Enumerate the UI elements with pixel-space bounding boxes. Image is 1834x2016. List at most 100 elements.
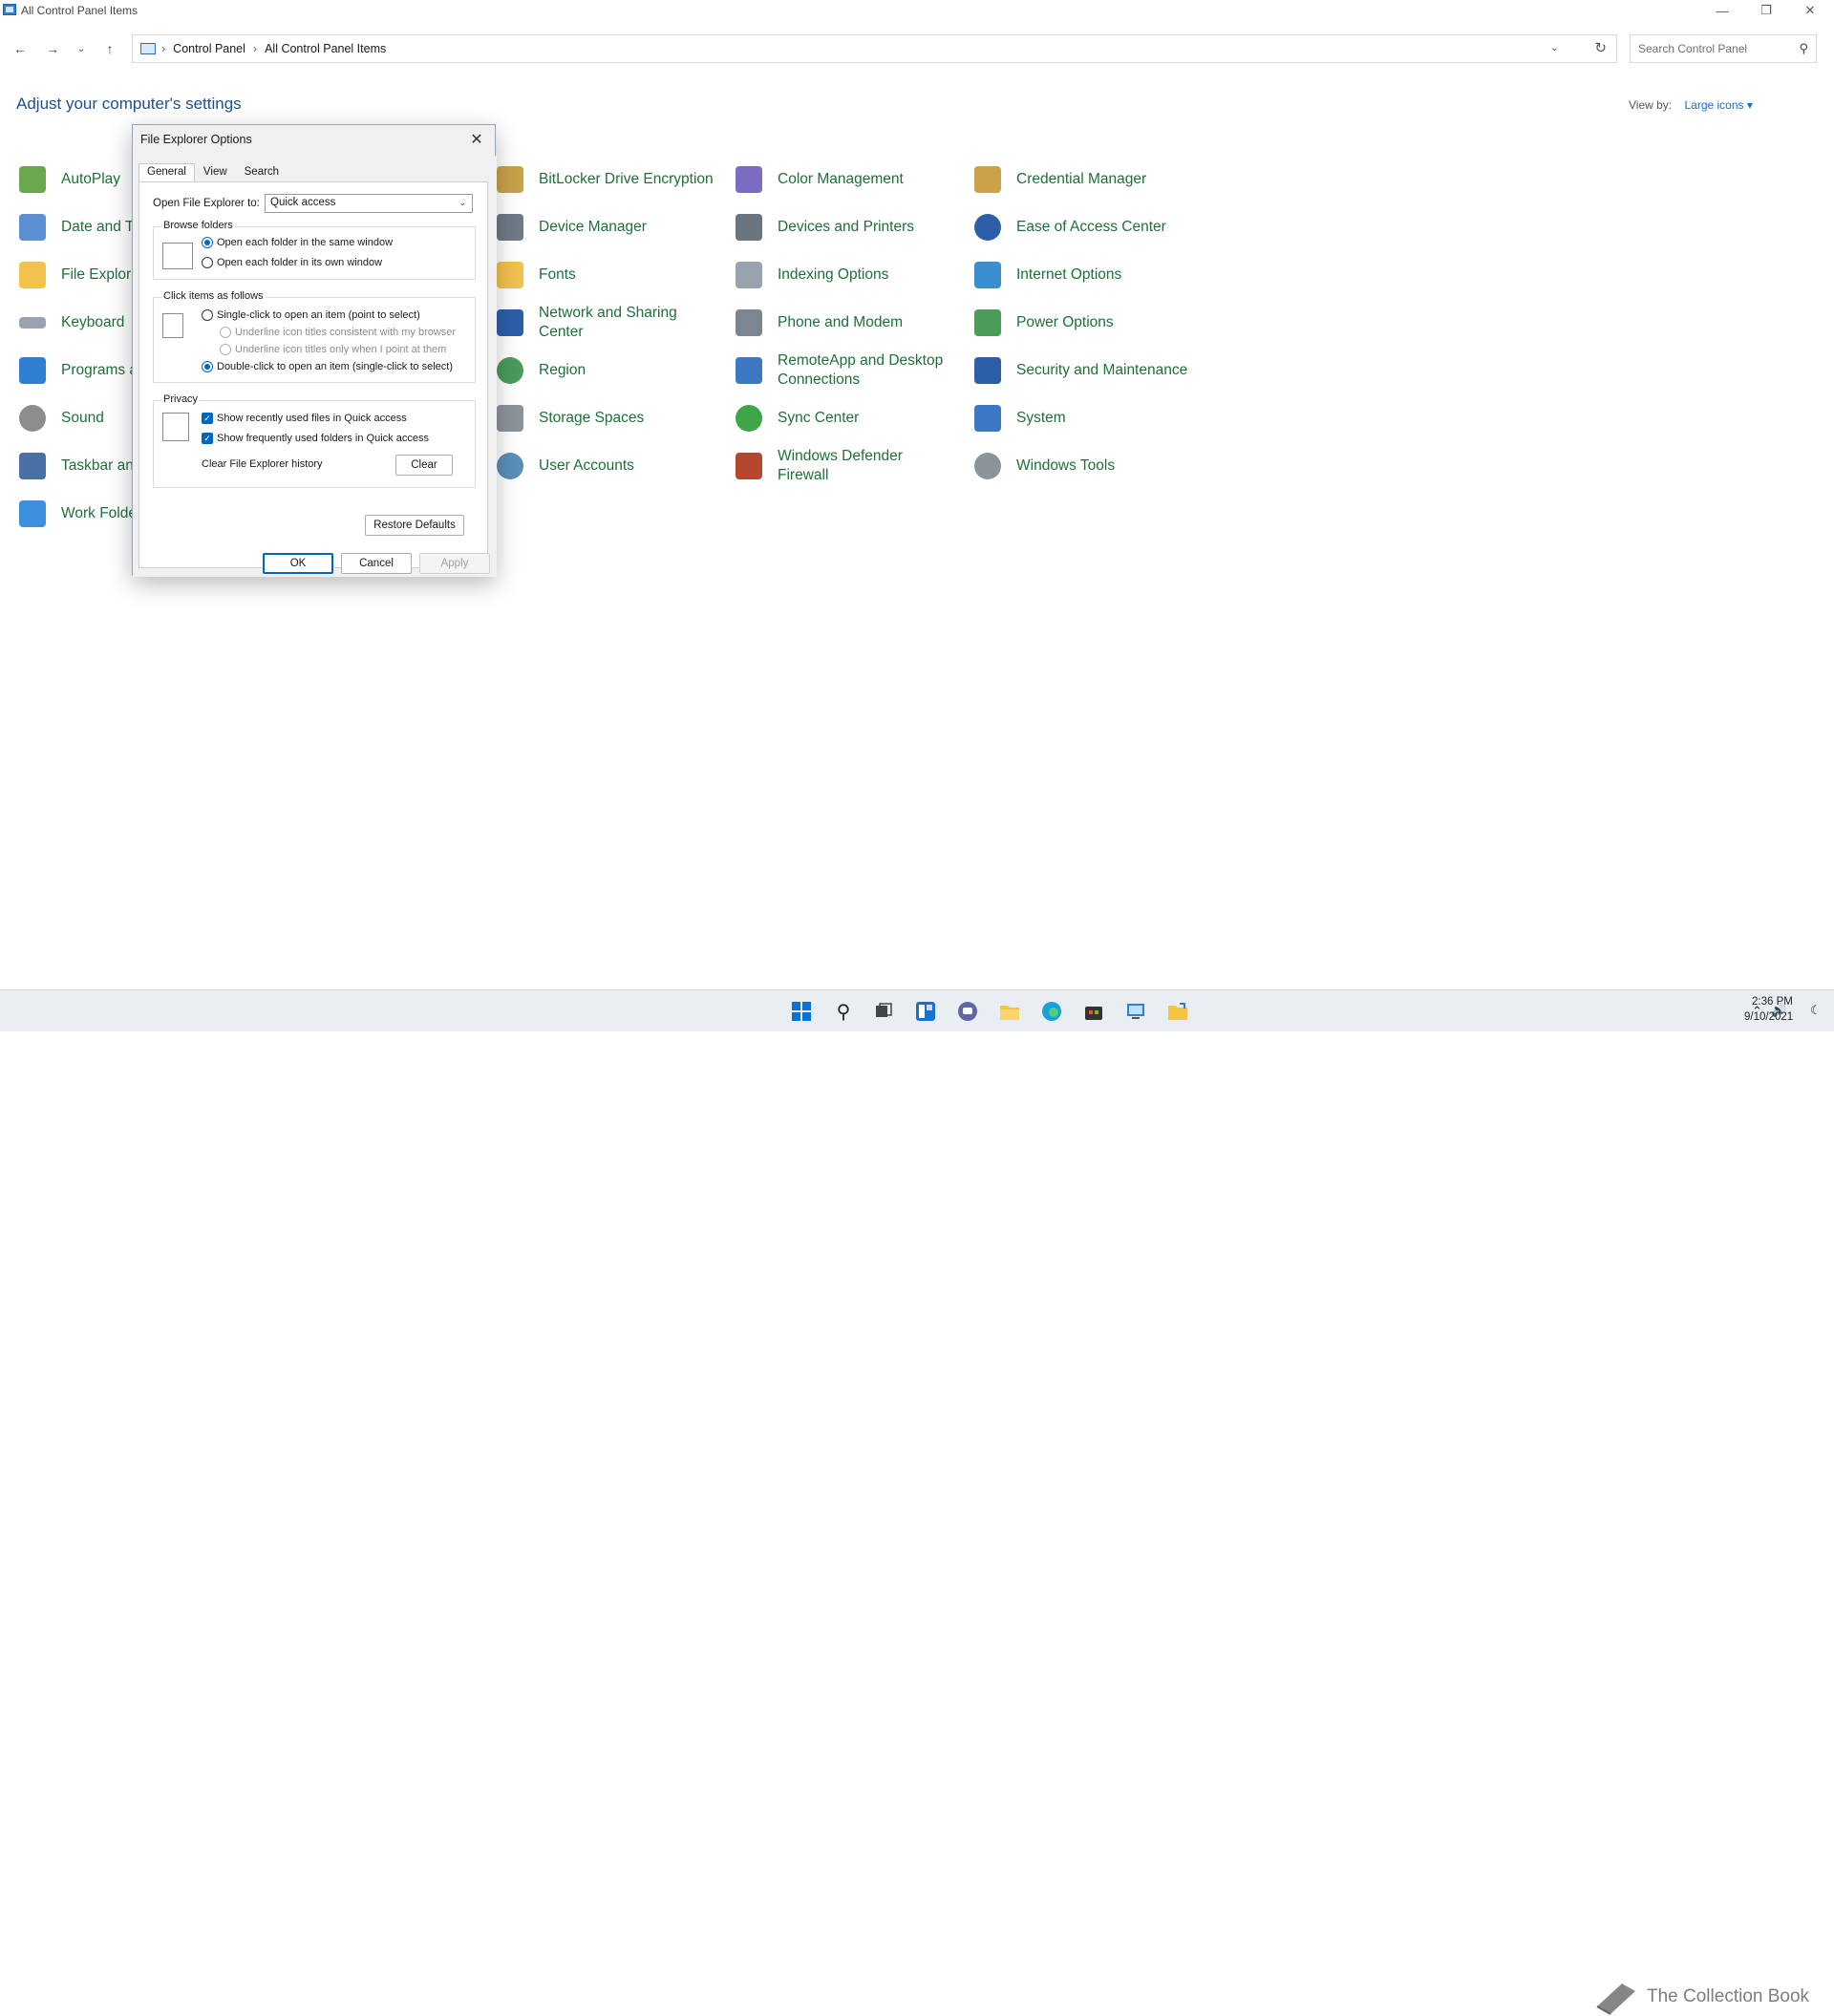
cp-item-taskbar[interactable]: Taskbar and (17, 445, 141, 487)
click-items-label: Click items as follows (161, 290, 266, 302)
cp-item-file-explorer-options[interactable]: File Explore (17, 254, 139, 296)
cp-item-windows-firewall[interactable]: Windows Defender Firewall (734, 445, 911, 487)
cp-item-sound[interactable]: Sound (17, 397, 104, 439)
calendar-icon (17, 212, 48, 243)
radio-icon (202, 237, 213, 248)
cp-item-fonts[interactable]: Fonts (495, 254, 576, 296)
close-window-button[interactable]: ✕ (1788, 0, 1832, 21)
bitlocker-key-icon (495, 164, 525, 195)
clock-date[interactable]: 9/10/2021 (1744, 1011, 1793, 1023)
title-bar: All Control Panel Items — ❐ ✕ (0, 0, 1834, 21)
cp-item-user-accounts[interactable]: User Accounts (495, 445, 634, 487)
search-icon[interactable]: ⚲ (1799, 41, 1808, 56)
address-bar[interactable]: › Control Panel › All Control Panel Item… (132, 34, 1617, 63)
browse-own-window-option[interactable]: Open each folder in its own window (202, 257, 382, 268)
dialog-body: General View Search Open File Explorer t… (133, 156, 497, 577)
checkbox-checked-icon: ✓ (202, 413, 213, 424)
cp-item-network-sharing[interactable]: Network and Sharing Center (495, 302, 692, 344)
control-panel-taskbar-icon[interactable] (1123, 999, 1148, 1024)
apply-button[interactable]: Apply (419, 553, 490, 574)
cp-item-remoteapp[interactable]: RemoteApp and Desktop Connections (734, 350, 949, 392)
cp-item-sync-center[interactable]: Sync Center (734, 397, 859, 439)
cp-item-windows-tools[interactable]: Windows Tools (972, 445, 1115, 487)
cp-item-devices-printers[interactable]: Devices and Printers (734, 206, 914, 248)
single-click-option[interactable]: Single-click to open an item (point to s… (202, 309, 420, 321)
cp-item-security-maintenance[interactable]: Security and Maintenance (972, 350, 1187, 392)
cp-item-ease-of-access[interactable]: Ease of Access Center (972, 206, 1166, 248)
clock-time[interactable]: 2:36 PM (1752, 996, 1793, 1008)
clear-history-label: Clear File Explorer history (202, 458, 323, 470)
work-folders-icon (17, 499, 48, 529)
cp-item-keyboard[interactable]: Keyboard (17, 302, 124, 344)
tab-search[interactable]: Search (236, 163, 288, 182)
cancel-button[interactable]: Cancel (341, 553, 412, 574)
cp-item-phone-modem[interactable]: Phone and Modem (734, 302, 903, 344)
recent-locations-button[interactable]: ⌄ (71, 38, 92, 59)
underline-browser-option[interactable]: Underline icon titles consistent with my… (220, 327, 456, 338)
refresh-icon[interactable]: ↻ (1594, 39, 1607, 56)
edge-icon[interactable] (1039, 999, 1064, 1024)
view-by-label: View by: (1629, 98, 1673, 112)
search-box[interactable]: ⚲ (1630, 34, 1817, 63)
cp-item-work-folders[interactable]: Work Folde (17, 493, 137, 535)
browse-same-window-option[interactable]: Open each folder in the same window (202, 237, 393, 248)
forward-button[interactable]: → (42, 38, 63, 59)
cp-item-bitlocker[interactable]: BitLocker Drive Encryption (495, 159, 714, 201)
ok-button[interactable]: OK (263, 553, 333, 574)
cp-item-region[interactable]: Region (495, 350, 586, 392)
cp-item-programs[interactable]: Programs a (17, 350, 138, 392)
minimize-button[interactable]: — (1700, 0, 1744, 21)
underline-point-option[interactable]: Underline icon titles only when I point … (220, 344, 446, 355)
sync-icon (734, 403, 764, 434)
power-icon (972, 308, 1003, 338)
search-taskbar-icon[interactable]: ⚲ (831, 999, 856, 1024)
cp-item-color-management[interactable]: Color Management (734, 159, 904, 201)
cp-item-credential-manager[interactable]: Credential Manager (972, 159, 1146, 201)
open-to-select[interactable]: Quick access ⌄ (265, 194, 473, 213)
tab-general[interactable]: General (139, 163, 195, 182)
store-icon[interactable] (1081, 999, 1106, 1024)
crumb-all-items[interactable]: All Control Panel Items (265, 42, 386, 55)
cp-item-power-options[interactable]: Power Options (972, 302, 1114, 344)
file-explorer-options-taskbar-icon[interactable] (1165, 999, 1190, 1024)
open-to-value: Quick access (270, 197, 336, 208)
firewall-icon (734, 451, 764, 481)
start-icon[interactable] (789, 999, 814, 1024)
widgets-icon[interactable] (913, 999, 938, 1024)
cp-item-indexing-options[interactable]: Indexing Options (734, 254, 888, 296)
folder-icon (17, 260, 48, 290)
double-click-option[interactable]: Double-click to open an item (single-cli… (202, 361, 453, 372)
recent-files-checkbox[interactable]: ✓ Show recently used files in Quick acce… (202, 413, 407, 424)
clear-button[interactable]: Clear (395, 455, 453, 476)
cp-item-internet-options[interactable]: Internet Options (972, 254, 1121, 296)
cp-item-date-time[interactable]: Date and Ti (17, 206, 137, 248)
speaker-icon (17, 403, 48, 434)
open-to-label: Open File Explorer to: (153, 198, 260, 209)
taskbar: ⚲ The Collection Book ⌃ 🔊 2:36 PM 9/10/2… (0, 989, 1834, 2015)
view-by-dropdown[interactable]: Large icons ▾ (1684, 98, 1752, 112)
address-history-dropdown[interactable]: ⌄ (1550, 41, 1559, 53)
globe-icon (495, 355, 525, 386)
crumb-control-panel[interactable]: Control Panel (173, 42, 245, 55)
cp-item-system[interactable]: System (972, 397, 1066, 439)
restore-defaults-button[interactable]: Restore Defaults (365, 515, 464, 536)
notification-icon[interactable]: ☾ (1810, 1003, 1822, 1018)
task-view-icon[interactable] (871, 999, 896, 1024)
search-input[interactable] (1638, 42, 1791, 55)
tab-view[interactable]: View (195, 163, 236, 182)
file-explorer-icon[interactable] (997, 999, 1022, 1024)
frequent-folders-checkbox[interactable]: ✓ Show frequently used folders in Quick … (202, 433, 429, 444)
file-explorer-options-dialog: File Explorer Options ✕ General View Sea… (132, 124, 497, 577)
cp-item-device-manager[interactable]: Device Manager (495, 206, 647, 248)
cp-item-autoplay[interactable]: AutoPlay (17, 159, 120, 201)
page-heading: Adjust your computer's settings (16, 95, 242, 113)
chat-icon[interactable] (955, 999, 980, 1024)
back-button[interactable]: ← (10, 38, 31, 59)
up-button[interactable]: ↑ (99, 38, 120, 59)
privacy-label: Privacy (161, 393, 201, 405)
cp-item-storage-spaces[interactable]: Storage Spaces (495, 397, 644, 439)
restore-button[interactable]: ❐ (1744, 0, 1788, 21)
color-management-icon (734, 164, 764, 195)
users-icon (495, 451, 525, 481)
close-icon[interactable]: ✕ (464, 127, 489, 152)
